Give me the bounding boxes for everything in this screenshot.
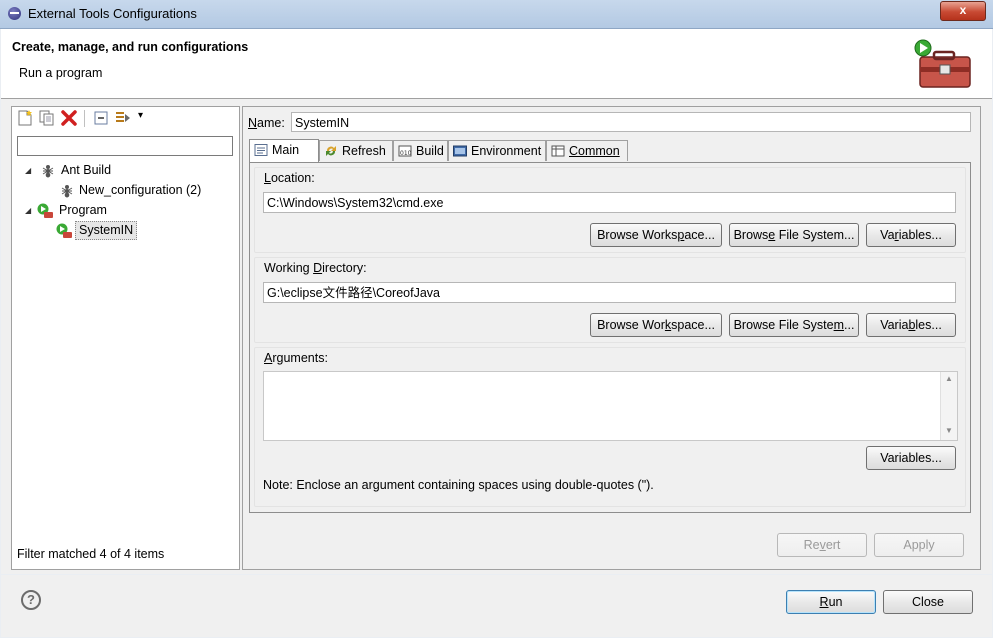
tab-build[interactable]: 010 Build <box>393 140 448 161</box>
name-field[interactable]: SystemIN <box>291 112 971 132</box>
filter-icon[interactable] <box>114 109 132 127</box>
program-icon <box>56 223 72 238</box>
location-label: Location: <box>264 171 315 185</box>
working-directory-label: Working Directory: <box>264 261 367 275</box>
tab-main[interactable]: Main <box>249 139 319 162</box>
new-config-icon[interactable] <box>16 109 34 127</box>
tab-label: Environment <box>471 144 542 158</box>
run-button[interactable]: Run <box>786 590 876 614</box>
program-icon <box>37 203 53 218</box>
app-icon <box>8 7 21 20</box>
arguments-label: Arguments: <box>264 351 328 365</box>
help-icon[interactable]: ? <box>21 590 41 610</box>
collapse-all-icon[interactable] <box>92 109 110 127</box>
tab-label: Refresh <box>342 144 386 158</box>
browse-workspace-button-location[interactable]: Browse Workspace... <box>590 223 722 247</box>
window-title: External Tools Configurations <box>28 6 197 21</box>
title-bar: External Tools Configurations x <box>0 0 993 29</box>
tree-label: New_configuration (2) <box>79 183 202 197</box>
close-button[interactable]: Close <box>883 590 973 614</box>
environment-icon <box>453 145 467 157</box>
filter-dropdown-icon[interactable]: ▾ <box>138 110 143 121</box>
toolbar-separator <box>84 110 85 127</box>
common-icon <box>551 145 565 157</box>
ant-icon <box>42 165 54 178</box>
revert-button[interactable]: Revert <box>777 533 867 557</box>
filter-status: Filter matched 4 of 4 items <box>17 547 165 561</box>
tab-refresh[interactable]: Refresh <box>319 140 393 161</box>
location-group: Location: C:\Windows\System32\cmd.exe Br… <box>254 167 966 253</box>
expand-arrow-icon[interactable]: ◢ <box>25 201 33 220</box>
arguments-group: Arguments: ▲ ▼ Variables... Note: Enclos… <box>254 347 966 507</box>
dialog-header: Create, manage, and run configurations R… <box>1 29 992 99</box>
variables-button-arguments[interactable]: Variables... <box>866 446 956 470</box>
variables-button-location[interactable]: Variables... <box>866 223 956 247</box>
refresh-icon <box>326 146 336 156</box>
location-field[interactable]: C:\Windows\System32\cmd.exe <box>263 192 956 213</box>
configuration-editor: Name: SystemIN Main Refresh 010 Build Env… <box>242 106 981 570</box>
name-label: Name: <box>248 116 285 130</box>
tree-label: Program <box>59 203 107 217</box>
configuration-tree-panel: ▾ ◢ Ant Build New_configuration (2) ◢ Pr… <box>11 106 240 570</box>
tab-strip: Main Refresh 010 Build Environment Common <box>249 139 971 163</box>
header-title: Create, manage, and run configurations <box>12 40 249 54</box>
tree-label-selected: SystemIN <box>75 221 138 240</box>
svg-text:010: 010 <box>400 150 412 157</box>
working-directory-group: Working Directory: G:\eclipse文件路径\Coreof… <box>254 257 966 343</box>
browse-workspace-button-workdir[interactable]: Browse Workspace... <box>590 313 722 337</box>
apply-button[interactable]: Apply <box>874 533 964 557</box>
filter-input[interactable] <box>17 136 233 156</box>
scroll-up-icon[interactable]: ▲ <box>945 374 953 383</box>
tree-label: Ant Build <box>61 163 112 177</box>
working-directory-field[interactable]: G:\eclipse文件路径\CoreofJava <box>263 282 956 303</box>
browse-filesystem-button-workdir[interactable]: Browse File System... <box>729 313 859 337</box>
tab-label: Main <box>272 143 300 157</box>
tab-body: Location: C:\Windows\System32\cmd.exe Br… <box>249 162 971 513</box>
arguments-scrollbar[interactable]: ▲ ▼ <box>940 372 957 440</box>
duplicate-icon[interactable] <box>38 109 56 127</box>
variables-button-workdir[interactable]: Variables... <box>866 313 956 337</box>
window-close-button[interactable]: x <box>940 1 986 21</box>
tab-common[interactable]: Common <box>546 140 628 161</box>
browse-filesystem-button-location[interactable]: Browse File System... <box>729 223 859 247</box>
build-icon: 010 <box>398 145 412 157</box>
expand-arrow-icon[interactable]: ◢ <box>25 161 33 180</box>
arguments-note: Note: Enclose an argument containing spa… <box>263 478 654 492</box>
delete-icon[interactable] <box>60 109 78 127</box>
scroll-down-icon[interactable]: ▼ <box>945 426 953 435</box>
header-subtitle: Run a program <box>19 66 103 80</box>
external-tools-icon <box>914 39 971 88</box>
tab-environment[interactable]: Environment <box>448 140 546 161</box>
tab-label: Build <box>416 144 444 158</box>
arguments-textarea[interactable]: ▲ ▼ <box>263 371 958 441</box>
tab-label: Common <box>569 144 620 158</box>
main-tab-icon <box>254 144 268 156</box>
ant-icon <box>61 185 73 198</box>
